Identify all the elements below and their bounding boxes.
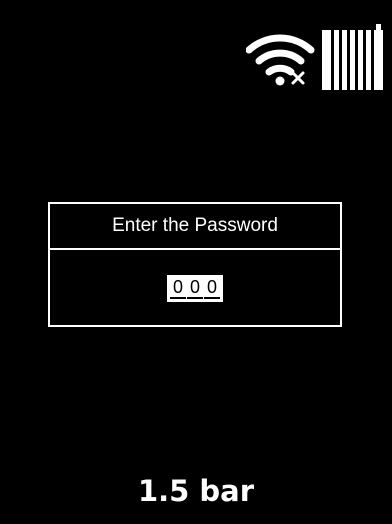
device-screen: Enter the Password 0 0 0 1.5 bar — [0, 0, 392, 524]
pressure-readout: 1.5 bar — [137, 474, 255, 508]
wifi-disconnected-icon — [246, 34, 315, 86]
password-digit-1[interactable]: 0 — [170, 277, 186, 299]
password-digit-2[interactable]: 0 — [187, 277, 203, 299]
radiator-icon — [322, 24, 383, 90]
password-digit-3[interactable]: 0 — [204, 277, 220, 299]
password-dialog-title: Enter the Password — [50, 204, 340, 250]
password-dialog: Enter the Password 0 0 0 — [48, 202, 342, 327]
password-digit-field[interactable]: 0 0 0 — [167, 275, 223, 302]
password-entry-area: 0 0 0 — [50, 250, 340, 327]
